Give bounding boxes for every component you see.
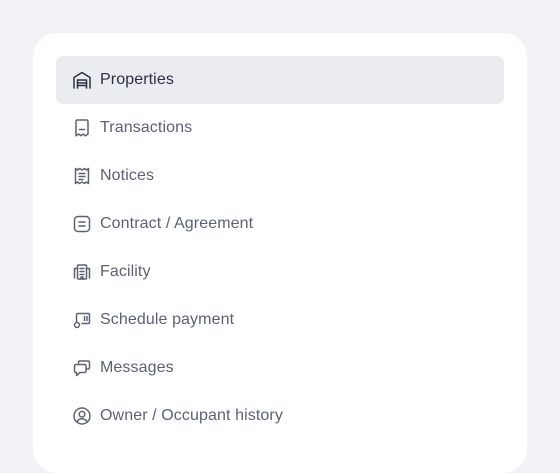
menu-item-label: Notices (100, 167, 155, 184)
menu-item-owner-occupant-history[interactable]: Owner / Occupant history (56, 392, 504, 440)
notice-receipt-icon (72, 166, 92, 186)
chat-bubbles-icon (72, 358, 92, 378)
navigation-menu: Properties Transactions Notices Contract… (56, 56, 504, 440)
menu-item-label: Contract / Agreement (100, 215, 254, 232)
building-icon (72, 262, 92, 282)
menu-item-transactions[interactable]: Transactions (56, 104, 504, 152)
document-lines-icon (72, 214, 92, 234)
menu-item-label: Messages (100, 359, 174, 376)
menu-item-label: Schedule payment (100, 311, 235, 328)
menu-item-label: Facility (100, 263, 151, 280)
navigation-card: Properties Transactions Notices Contract… (33, 33, 527, 473)
menu-item-messages[interactable]: Messages (56, 344, 504, 392)
menu-item-properties[interactable]: Properties (56, 56, 504, 104)
menu-item-facility[interactable]: Facility (56, 248, 504, 296)
payment-card-icon (72, 310, 92, 330)
receipt-icon (72, 118, 92, 138)
menu-item-schedule-payment[interactable]: Schedule payment (56, 296, 504, 344)
menu-item-label: Properties (100, 71, 174, 88)
menu-item-contract-agreement[interactable]: Contract / Agreement (56, 200, 504, 248)
menu-item-label: Transactions (100, 119, 193, 136)
menu-item-notices[interactable]: Notices (56, 152, 504, 200)
user-circle-icon (72, 406, 92, 426)
menu-item-label: Owner / Occupant history (100, 407, 283, 424)
warehouse-icon (72, 70, 92, 90)
